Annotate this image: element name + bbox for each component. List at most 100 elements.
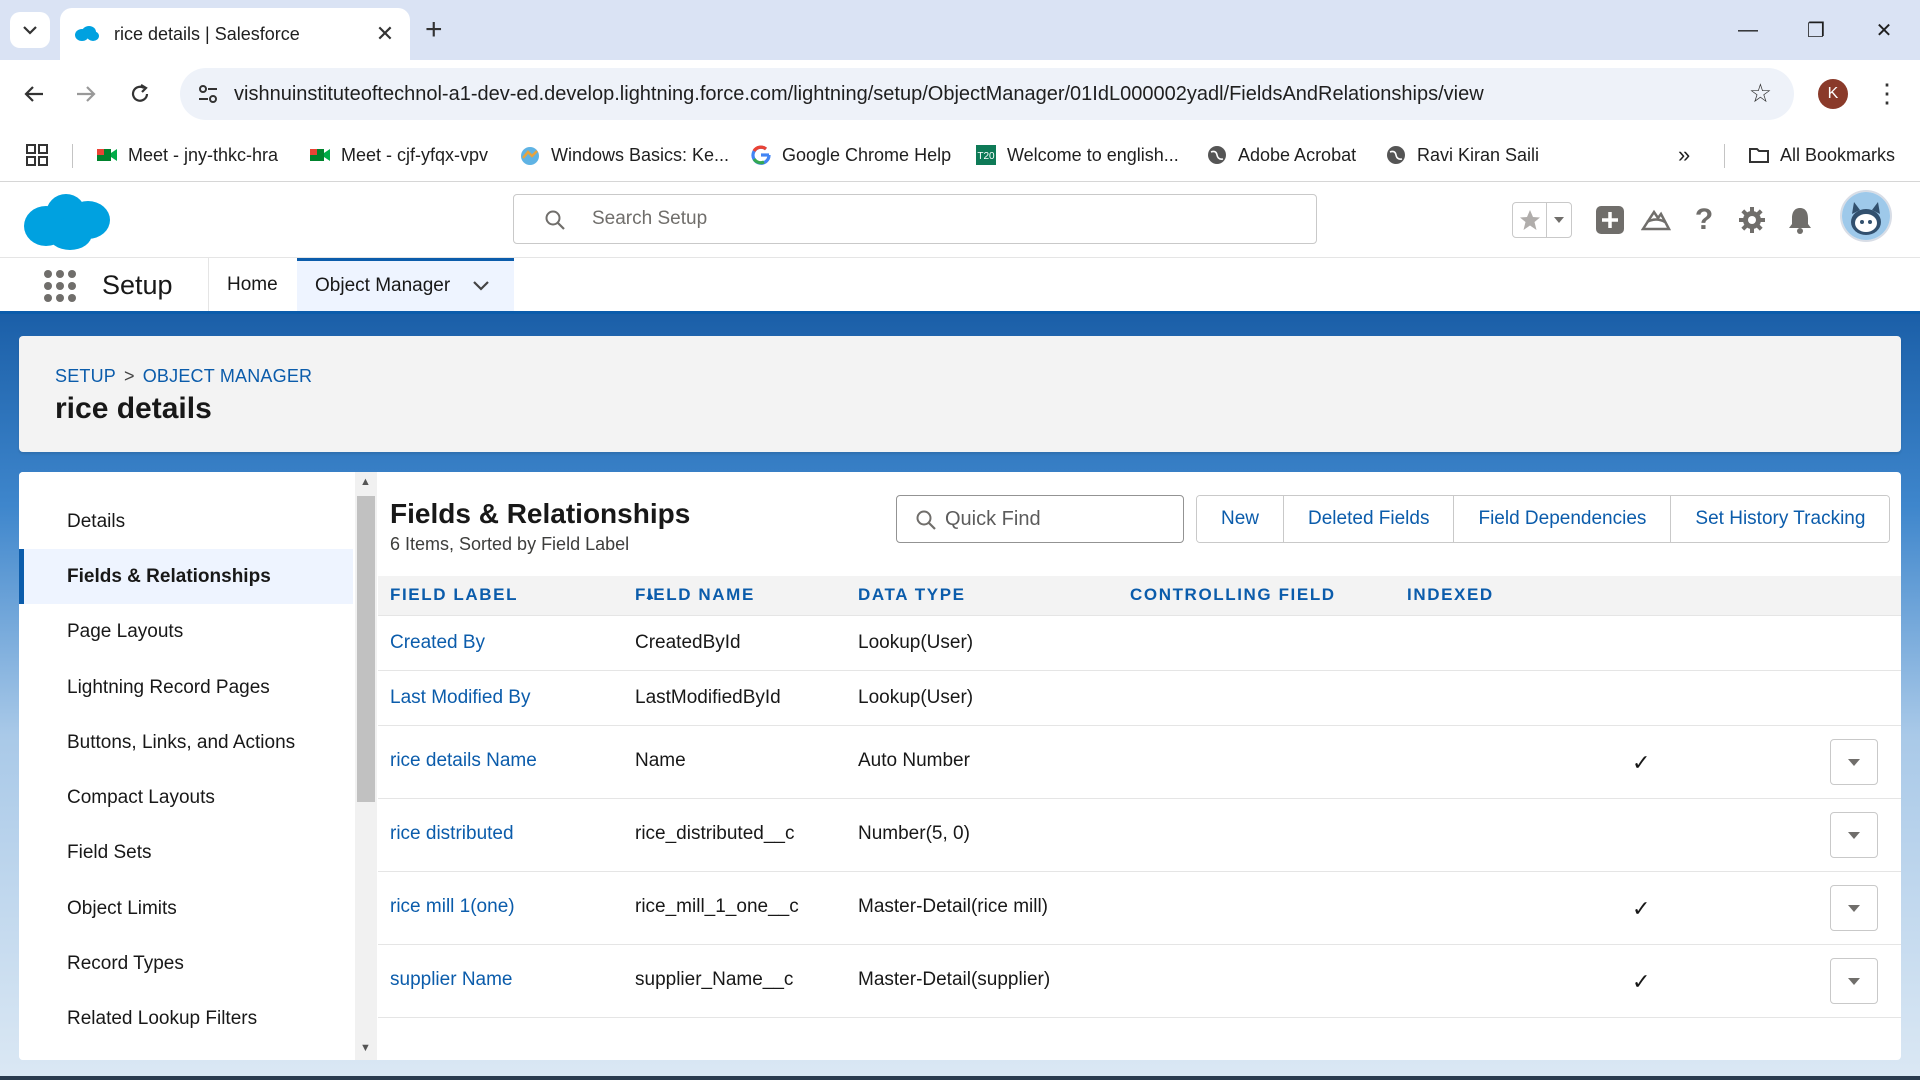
url-text: vishnuinstituteoftechnol-a1-dev-ed.devel… [234, 82, 1484, 105]
field-name-cell: LastModifiedById [635, 687, 781, 708]
help-icon[interactable]: ? [1688, 203, 1720, 236]
dropdown-arrow-icon [1848, 831, 1860, 839]
sidebar-item-label: Record Types [67, 952, 184, 974]
row-actions-menu-button[interactable] [1830, 958, 1878, 1004]
browser-toolbar: vishnuinstituteoftechnol-a1-dev-ed.devel… [0, 60, 1920, 128]
tab-search-button[interactable] [10, 12, 50, 48]
close-window-button[interactable]: ✕ [1856, 10, 1912, 50]
bookmark-label: Welcome to english... [1007, 144, 1179, 165]
chevron-down-icon[interactable] [472, 280, 490, 292]
item-count: 6 Items, Sorted by Field Label [390, 534, 630, 554]
bookmarks-bar: Meet - jny-thkc-hra Meet - cjf-yfqx-vpv … [0, 128, 1920, 182]
column-header-indexed[interactable]: INDEXED [1407, 585, 1494, 605]
sidebar-item-label: Object Limits [67, 897, 177, 919]
sidebar-item-compact-layouts[interactable]: Compact Layouts [19, 770, 353, 825]
set-history-tracking-button[interactable]: Set History Tracking [1671, 496, 1890, 542]
breadcrumb-setup[interactable]: SETUP [55, 366, 116, 386]
nav-tab-object-manager[interactable]: Object Manager [297, 258, 514, 311]
field-label-link[interactable]: supplier Name [390, 969, 513, 991]
sidebar-item-field-sets[interactable]: Field Sets [19, 825, 353, 880]
row-actions-menu-button[interactable] [1830, 885, 1878, 931]
sidebar-item-label: Field Sets [67, 841, 152, 863]
all-bookmarks-button[interactable]: All Bookmarks [1748, 140, 1895, 170]
notifications-bell-icon[interactable] [1784, 204, 1816, 236]
app-name: Setup [102, 270, 173, 300]
bookmark-item[interactable]: Ravi Kiran Saili [1385, 140, 1539, 170]
column-header-controlling-field[interactable]: CONTROLLING FIELD [1130, 585, 1336, 605]
field-label-link[interactable]: rice distributed [390, 823, 514, 845]
sidebar-scrollbar[interactable]: ▲ ▼ [355, 472, 377, 1060]
site-info-icon[interactable] [196, 82, 220, 106]
deleted-fields-button[interactable]: Deleted Fields [1284, 496, 1455, 542]
globe-icon [1387, 146, 1405, 164]
field-dependencies-button[interactable]: Field Dependencies [1454, 496, 1672, 542]
svg-text:T20: T20 [977, 151, 995, 162]
bookmark-item[interactable]: Meet - cjf-yfqx-vpv [309, 140, 488, 170]
breadcrumb-object-manager[interactable]: OBJECT MANAGER [143, 366, 313, 386]
browser-tab-active[interactable]: rice details | Salesforce ✕ [60, 8, 410, 60]
data-type-cell: Number(5, 0) [858, 823, 970, 844]
sidebar-item-object-limits[interactable]: Object Limits [19, 881, 353, 936]
row-actions-menu-button[interactable] [1830, 812, 1878, 858]
salesforce-logo[interactable] [22, 190, 112, 254]
search-icon [916, 510, 936, 530]
quick-find-input[interactable]: Quick Find [896, 495, 1184, 543]
bookmark-item[interactable]: Meet - jny-thkc-hra [96, 140, 278, 170]
address-bar[interactable]: vishnuinstituteoftechnol-a1-dev-ed.devel… [180, 68, 1794, 120]
column-header-field-name[interactable]: FIELD NAME [635, 585, 755, 605]
restore-button[interactable]: ❐ [1788, 10, 1844, 50]
sidebar-item-related-lookup-filters[interactable]: Related Lookup Filters [19, 991, 353, 1046]
scrollbar-thumb[interactable] [357, 496, 375, 802]
bookmark-item[interactable]: Adobe Acrobat [1206, 140, 1356, 170]
favorites-list-icon[interactable] [1547, 203, 1571, 237]
field-label-link[interactable]: rice mill 1(one) [390, 896, 515, 918]
global-actions-icon[interactable] [1594, 204, 1626, 236]
close-tab-icon[interactable]: ✕ [374, 21, 396, 47]
sidebar-item-record-types[interactable]: Record Types [19, 936, 353, 991]
scroll-up-icon[interactable]: ▲ [360, 476, 371, 488]
trailhead-guidance-icon[interactable] [1640, 204, 1672, 236]
field-label-link[interactable]: Last Modified By [390, 687, 530, 709]
forward-button[interactable] [66, 74, 106, 114]
minimize-button[interactable]: — [1720, 10, 1776, 50]
scroll-down-icon[interactable]: ▼ [360, 1042, 371, 1054]
column-header-field-label[interactable]: FIELD LABEL [390, 585, 518, 605]
bookmark-star-icon[interactable]: ☆ [1749, 78, 1772, 109]
row-actions-menu-button[interactable] [1830, 739, 1878, 785]
actions-button-group: New Deleted Fields Field Dependencies Se… [1196, 495, 1891, 543]
gear-icon[interactable] [1736, 204, 1768, 236]
taskbar-edge [0, 1076, 1920, 1080]
back-button[interactable] [14, 74, 54, 114]
nav-tab-home[interactable]: Home [208, 258, 296, 311]
bookmark-item[interactable]: T20 Welcome to english... [975, 140, 1179, 170]
apps-grid-icon[interactable] [26, 140, 48, 170]
table-row: supplier Name supplier_Name__c Master-De… [378, 945, 1901, 1018]
field-label-link[interactable]: rice details Name [390, 750, 537, 772]
chrome-menu-icon[interactable]: ⋮ [1874, 78, 1900, 108]
sidebar-item-label: Page Layouts [67, 620, 184, 642]
user-avatar[interactable] [1840, 190, 1892, 242]
search-setup-input[interactable]: Search Setup [513, 194, 1317, 244]
new-field-button[interactable]: New [1197, 496, 1285, 542]
column-header-data-type[interactable]: DATA TYPE [858, 585, 966, 605]
bookmark-item[interactable]: Google Chrome Help [750, 140, 951, 170]
sidebar-item-lightning-record-pages[interactable]: Lightning Record Pages [19, 660, 353, 715]
chevron-down-icon [23, 26, 37, 35]
sidebar-item-label: Fields & Relationships [67, 565, 271, 587]
favorite-star-icon[interactable] [1513, 203, 1547, 237]
sidebar-item-page-layouts[interactable]: Page Layouts [19, 604, 353, 659]
more-bookmarks-button[interactable]: » [1678, 140, 1690, 170]
app-launcher-icon[interactable] [44, 270, 76, 302]
sidebar-item-details[interactable]: Details [19, 494, 353, 549]
google-icon [751, 145, 771, 165]
field-label-link[interactable]: Created By [390, 632, 485, 654]
favorites-button-group[interactable] [1512, 202, 1572, 238]
sidebar-item-fields-relationships[interactable]: Fields & Relationships [19, 549, 353, 604]
browser-tab-strip: rice details | Salesforce ✕ + — ❐ ✕ [0, 0, 1920, 60]
bookmark-item[interactable]: Windows Basics: Ke... [519, 140, 729, 170]
new-tab-button[interactable]: + [425, 12, 443, 48]
profile-avatar[interactable]: K [1818, 79, 1848, 109]
sidebar-item-buttons-links-actions[interactable]: Buttons, Links, and Actions [19, 715, 353, 770]
reload-button[interactable] [120, 74, 160, 114]
table-row: rice distributed rice_distributed__c Num… [378, 799, 1901, 872]
